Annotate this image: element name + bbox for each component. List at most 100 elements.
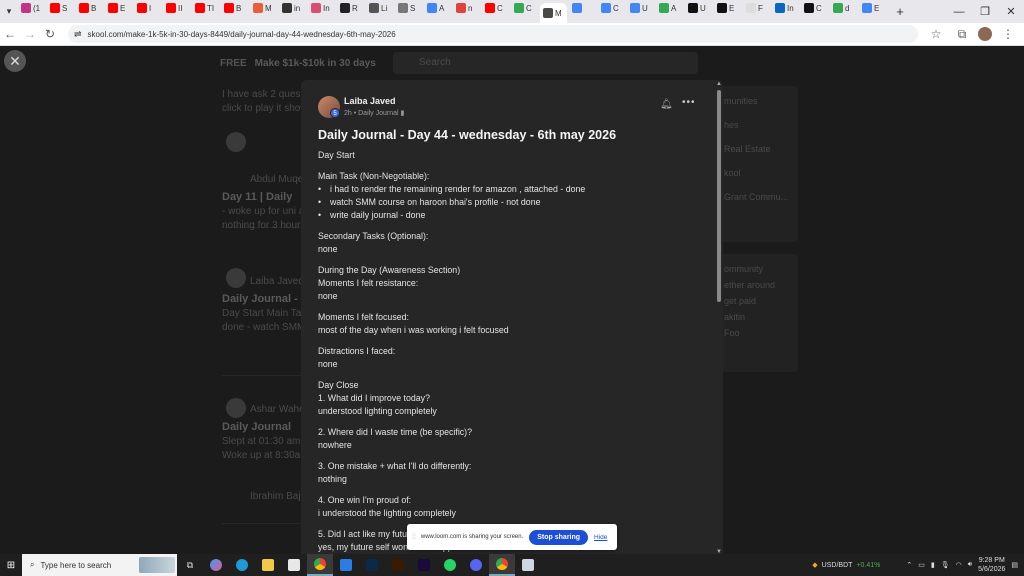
bg-community-card: ommunity ether around get paid akitin Fo… <box>716 254 798 372</box>
browser-tab[interactable]: TI <box>192 0 219 16</box>
taskbar-search[interactable]: ⌕ Type here to search <box>22 554 177 576</box>
app-icon[interactable] <box>515 554 541 576</box>
back-icon[interactable]: ← <box>0 24 20 44</box>
tab-favicon-icon <box>166 3 176 13</box>
browser-tab[interactable]: U <box>627 0 654 16</box>
tab-list: (1 S B E I II TI B Min In R Li S An C C M C U A U E F In Cd E <box>18 0 888 23</box>
network-icon[interactable]: ▭ <box>918 561 925 569</box>
file-explorer-icon[interactable] <box>255 554 281 576</box>
browser-tab[interactable]: C <box>598 0 625 16</box>
drag-handle-icon[interactable]: ⁞⁞ <box>412 534 416 541</box>
hide-link[interactable]: Hide <box>594 534 607 541</box>
browser-tab[interactable]: B <box>221 0 248 16</box>
bookmark-star-icon[interactable]: ☆ <box>926 24 946 44</box>
forward-icon[interactable]: → <box>20 24 40 44</box>
new-tab-button[interactable]: + <box>892 4 908 19</box>
bg-feed: I have ask 2 questi click to play it sho… <box>222 80 302 524</box>
system-tray: ◆ USD/BDT +0.41% ⌃ ▭ ▮ 🎙︎ ◠ 🔊︎ 9:28 PM 5… <box>812 554 1024 576</box>
browser-tab[interactable]: d <box>830 0 857 16</box>
browser-tab[interactable]: A <box>424 0 451 16</box>
browser-tab[interactable]: (1 <box>18 0 45 16</box>
copilot-icon[interactable] <box>203 554 229 576</box>
browser-tab[interactable]: in <box>279 0 306 16</box>
browser-tab[interactable]: F <box>743 0 770 16</box>
chrome-window-icon[interactable] <box>489 554 515 576</box>
illustrator-icon[interactable] <box>385 554 411 576</box>
chevron-up-icon[interactable]: ⌃ <box>906 561 912 569</box>
discord-icon[interactable] <box>463 554 489 576</box>
post-body: Day Start Main Task (Non-Negotiable): i … <box>318 149 708 554</box>
browser-tab[interactable]: M <box>540 3 567 23</box>
profile-avatar[interactable] <box>978 27 992 41</box>
tab-label: C <box>613 3 619 13</box>
author-avatar[interactable]: 5 <box>318 96 340 118</box>
store-icon[interactable] <box>281 554 307 576</box>
browser-tab[interactable]: In <box>308 0 335 16</box>
close-modal-button[interactable]: ✕ <box>4 50 26 72</box>
tab-favicon-icon <box>50 3 60 13</box>
mail-icon[interactable] <box>333 554 359 576</box>
photoshop-icon[interactable] <box>359 554 385 576</box>
browser-tab[interactable]: E <box>714 0 741 16</box>
browser-menu-icon[interactable]: ⋮ <box>998 24 1018 44</box>
currency-widget[interactable]: ◆ USD/BDT +0.41% <box>812 561 880 570</box>
site-info-icon[interactable]: ⇌ <box>74 29 82 40</box>
browser-tab[interactable]: II <box>163 0 190 16</box>
browser-tab[interactable]: Li <box>366 0 393 16</box>
browser-tab[interactable]: M <box>250 0 277 16</box>
browser-tab[interactable]: U <box>685 0 712 16</box>
tab-label: M <box>555 8 562 18</box>
notification-bell-icon[interactable]: 🔔︎ <box>660 99 673 110</box>
modal-scrollbar[interactable]: ▲ ▼ <box>716 81 722 554</box>
browser-tab[interactable]: n <box>453 0 480 16</box>
browser-tab[interactable]: A <box>656 0 683 16</box>
tab-favicon-icon <box>79 3 89 13</box>
author-name[interactable]: Laiba Javed <box>344 96 404 106</box>
reload-icon[interactable]: ↻ <box>40 24 60 44</box>
tab-favicon-icon <box>514 3 524 13</box>
chrome-icon[interactable] <box>307 554 333 576</box>
tab-label: M <box>265 3 272 13</box>
minimize-button[interactable]: — <box>946 0 972 23</box>
tab-label: R <box>352 3 358 13</box>
task-view-icon[interactable]: ⧉ <box>177 554 203 576</box>
browser-tab[interactable]: E <box>859 0 886 16</box>
browser-tab[interactable]: S <box>395 0 422 16</box>
bg-community-title: Make $1k-$10k in 30 days <box>254 57 376 69</box>
browser-tab[interactable]: C <box>511 0 538 16</box>
browser-tab[interactable]: E <box>105 0 132 16</box>
browser-tab[interactable]: C <box>801 0 828 16</box>
tab-label: F <box>758 3 763 13</box>
windows-start-icon[interactable]: ⊞ <box>0 554 22 576</box>
whatsapp-icon[interactable] <box>437 554 463 576</box>
browser-tab[interactable]: S <box>47 0 74 16</box>
taskbar-clock[interactable]: 9:28 PM 5/6/2026 <box>978 556 1005 574</box>
tab-label: E <box>729 3 735 13</box>
maximize-button[interactable]: ❐ <box>972 0 998 23</box>
browser-tab[interactable]: In <box>772 0 799 16</box>
browser-tab[interactable]: B <box>76 0 103 16</box>
notifications-icon[interactable]: ▤ <box>1011 561 1018 569</box>
tab-favicon-icon <box>282 3 292 13</box>
tab-favicon-icon <box>601 3 611 13</box>
browser-tab[interactable]: C <box>482 0 509 16</box>
browser-tab[interactable] <box>569 0 596 16</box>
close-window-button[interactable]: ✕ <box>998 0 1024 23</box>
microphone-icon[interactable]: 🎙︎ <box>941 561 950 569</box>
scrollbar-thumb[interactable] <box>717 90 721 302</box>
browser-tab[interactable]: R <box>337 0 364 16</box>
tab-label: I <box>149 3 152 13</box>
more-options-icon[interactable]: ••• <box>682 97 696 108</box>
extensions-icon[interactable]: ⧉ <box>952 24 972 44</box>
address-bar[interactable]: ⇌ skool.com/make-1k-5k-in-30-days-8449/d… <box>68 25 918 43</box>
volume-icon[interactable]: 🔊︎ <box>968 561 972 569</box>
tab-search-icon[interactable]: ▾ <box>0 0 18 23</box>
edge-icon[interactable] <box>229 554 255 576</box>
battery-icon[interactable]: ▮ <box>931 561 935 569</box>
premiere-icon[interactable] <box>411 554 437 576</box>
tab-label: S <box>410 3 416 13</box>
tab-favicon-icon <box>340 3 350 13</box>
stop-sharing-button[interactable]: Stop sharing <box>529 529 589 545</box>
wifi-icon[interactable]: ◠ <box>956 561 962 569</box>
browser-tab[interactable]: I <box>134 0 161 16</box>
